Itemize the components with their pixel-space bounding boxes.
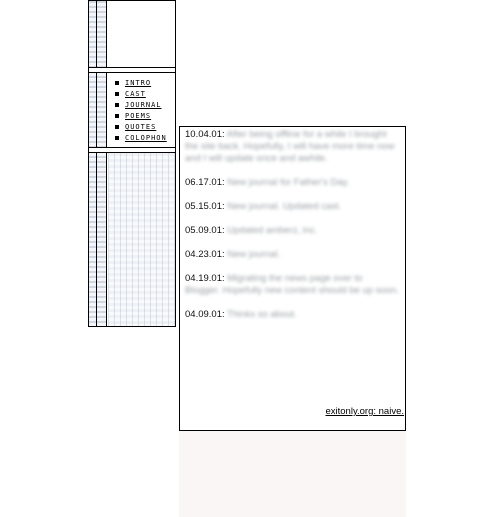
news-entry: 05.15.01: New journal. Updated cast. <box>185 201 399 213</box>
nav-item-poems: POEMS <box>115 110 167 121</box>
news-entry: 06.17.01: New journal for Father's Day. <box>185 177 399 189</box>
nav-link-poems[interactable]: POEMS <box>125 112 151 120</box>
entry-date: 06.17.01: <box>185 177 225 188</box>
entry-date: 05.15.01: <box>185 201 225 212</box>
entry-date: 04.19.01: <box>185 273 225 284</box>
entry-text[interactable]: New journal for Father's Day. <box>227 177 349 188</box>
entry-date: 04.23.01: <box>185 249 225 260</box>
bullet-icon <box>115 124 119 129</box>
nav-item-quotes: QUOTES <box>115 121 167 132</box>
footer: exitonly.org: naive. <box>325 406 404 418</box>
news-panel: 10.04.01: After being offline for a whil… <box>179 126 406 431</box>
nav-menu: INTRO CAST JOURNAL POEMS QUOTES COLOPHON <box>115 77 167 143</box>
news-entry: 04.19.01: Migrating the news page over t… <box>185 273 399 297</box>
logo-area <box>108 1 175 67</box>
bullet-icon <box>115 102 119 107</box>
news-entry: 05.09.01: Updated amberz, inc. <box>185 225 399 237</box>
bullet-icon <box>115 91 119 96</box>
entry-date: 04.09.01: <box>185 309 225 320</box>
strip-divider <box>96 1 97 326</box>
nav-link-journal[interactable]: JOURNAL <box>125 101 162 109</box>
footer-link[interactable]: exitonly.org: naive. <box>325 406 404 417</box>
news-entry: 10.04.01: After being offline for a whil… <box>185 129 399 165</box>
navigation-frame: INTRO CAST JOURNAL POEMS QUOTES COLOPHON <box>88 0 176 327</box>
news-entry: 04.23.01: New journal. <box>185 249 399 261</box>
nav-item-intro: INTRO <box>115 77 167 88</box>
content-shadow-area <box>179 430 406 517</box>
decorative-texture <box>108 153 175 326</box>
decorative-strip <box>89 1 107 326</box>
nav-item-journal: JOURNAL <box>115 99 167 110</box>
nav-item-cast: CAST <box>115 88 167 99</box>
news-entry: 04.09.01: Thinks so about. <box>185 309 399 321</box>
entry-text[interactable]: New journal. Updated cast. <box>227 201 341 212</box>
entry-text[interactable]: Updated amberz, inc. <box>227 225 317 236</box>
nav-item-colophon: COLOPHON <box>115 132 167 143</box>
entry-date: 10.04.01: <box>185 129 225 140</box>
entry-date: 05.09.01: <box>185 225 225 236</box>
entry-text[interactable]: New journal. <box>227 249 280 260</box>
nav-link-colophon[interactable]: COLOPHON <box>125 134 167 142</box>
nav-link-quotes[interactable]: QUOTES <box>125 123 156 131</box>
nav-link-intro[interactable]: INTRO <box>125 79 151 87</box>
entry-text[interactable]: Thinks so about. <box>227 309 297 320</box>
bullet-icon <box>115 113 119 118</box>
nav-link-cast[interactable]: CAST <box>125 90 146 98</box>
divider-band-top <box>89 67 175 73</box>
bullet-icon <box>115 80 119 85</box>
bullet-icon <box>115 135 119 140</box>
